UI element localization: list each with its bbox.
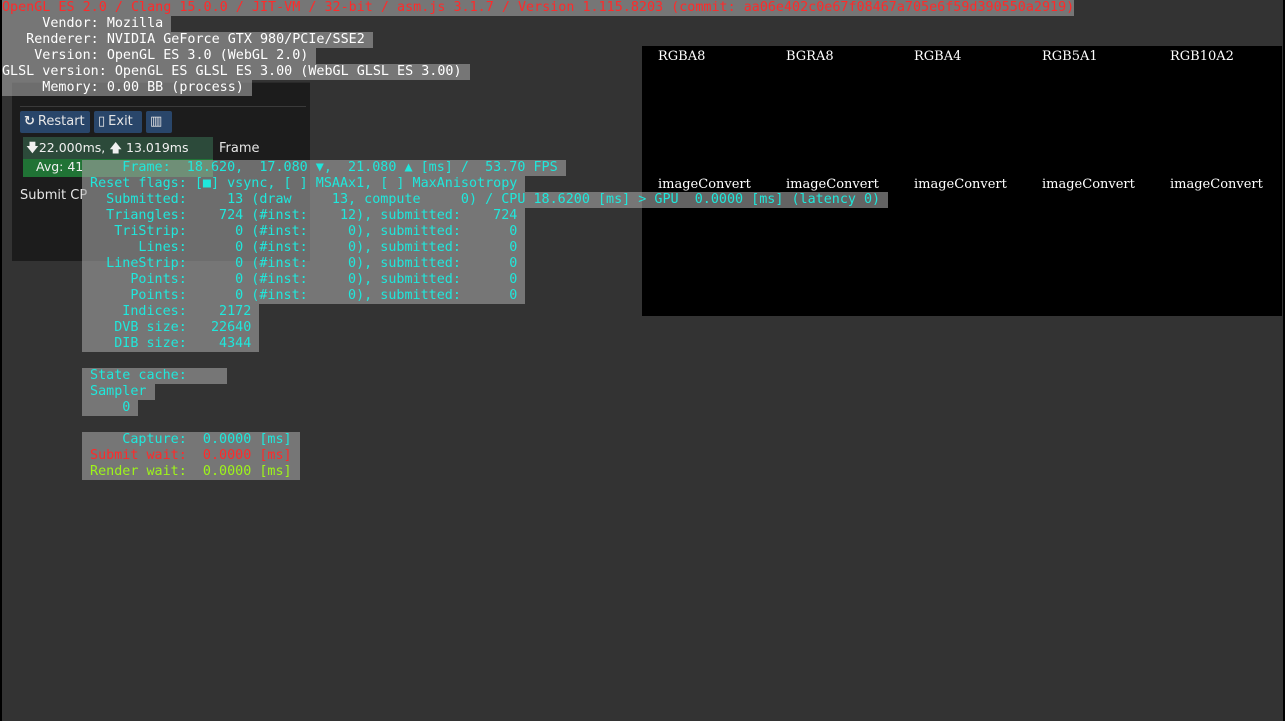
primitive-row: TriStrip: 0 (#inst: 0), submitted: 0 [82,224,526,240]
state-cache-title: State cache: [82,368,228,384]
frame-minmax: 🡇22.000ms, 🡅 13.019ms [26,140,189,155]
renderer-value: NVIDIA GeForce GTX 980/PCIe/SSE2 [106,32,365,47]
format-label: RGBA8 [658,49,706,64]
renderer-label: Renderer: [2,32,107,47]
primitive-row: LineStrip: 0 (#inst: 0), submitted: 0 [82,256,526,272]
exit-label: Exit [108,114,133,129]
exit-button[interactable]: ▯ Exit [94,111,142,133]
memory-line: Memory: 0.00 BB (process) [2,80,252,96]
window-left-edge [0,0,2,721]
format-label: BGRA8 [786,49,834,64]
vendor-value: Mozilla [106,16,164,31]
renderer-line: Renderer: NVIDIA GeForce GTX 980/PCIe/SS… [2,32,373,48]
submitted-stats: Submitted: 13 (draw 13, compute 0) / CPU… [82,192,889,208]
reset-flags: Reset flags: [■] vsync, [ ] MSAAx1, [ ] … [82,176,526,192]
convert-label: imageConvert [658,177,751,192]
dib-size-stat: DIB size: 4344 [82,336,260,352]
frame-avg: Avg: 41 [36,159,84,174]
submit-wait-time: Submit wait: 0.0000 [ms] [82,448,300,464]
bar-chart-icon: ▥ [150,114,163,129]
glsl-value: OpenGL ES GLSL ES 3.00 (WebGL GLSL ES 3.… [114,64,462,79]
restart-button[interactable]: ↻ Restart [20,111,90,133]
submit-cpu-label: Submit CP [20,188,88,203]
frame-label: Frame [219,141,260,156]
door-icon: ▯ [98,114,106,129]
indices-stat: Indices: 2172 [82,304,260,320]
convert-label: imageConvert [1170,177,1263,192]
format-label: RGB5A1 [1042,49,1098,64]
format-label: RGBA4 [914,49,962,64]
render-wait-time: Render wait: 0.0000 [ms] [82,464,300,480]
restart-icon: ↻ [24,114,35,129]
vendor-label: Vendor: [2,16,107,31]
frame-stats: Frame: 18.620, 17.080 ▼, 21.080 ▲ [ms] /… [82,160,566,176]
primitive-row: Lines: 0 (#inst: 0), submitted: 0 [82,240,526,256]
header-line: OpenGL ES 2.0 / Clang 15.0.0 / JIT-VM / … [2,0,1075,16]
version-label: Version: [2,48,107,63]
convert-label: imageConvert [786,177,879,192]
version-line: Version: OpenGL ES 3.0 (WebGL 2.0) [2,48,317,64]
primitive-row: Triangles: 724 (#inst: 12), submitted: 7… [82,208,526,224]
sampler-value: 0 [82,400,139,416]
primitive-row: Points: 0 (#inst: 0), submitted: 0 [82,272,526,288]
separator [20,106,306,107]
convert-label: imageConvert [914,177,1007,192]
convert-label: imageConvert [1042,177,1135,192]
texture-format-panel: RGBA8 BGRA8 RGBA4 RGB5A1 RGB10A2 imageCo… [642,46,1282,316]
dvb-size-stat: DVB size: 22640 [82,320,260,336]
capture-time: Capture: 0.0000 [ms] [82,432,300,448]
stats-button[interactable]: ▥ [146,111,172,133]
version-value: OpenGL ES 3.0 (WebGL 2.0) [106,48,309,63]
sampler-label: Sampler [82,384,155,400]
vendor-line: Vendor: Mozilla [2,16,172,32]
memory-value: 0.00 BB (process) [106,80,244,95]
memory-label: Memory: [2,80,107,95]
primitive-row: Points: 0 (#inst: 0), submitted: 0 [82,288,526,304]
format-label: RGB10A2 [1170,49,1234,64]
glsl-label: GLSL version: [2,64,115,79]
restart-label: Restart [37,114,85,129]
glsl-line: GLSL version: OpenGL ES GLSL ES 3.00 (We… [2,64,470,80]
